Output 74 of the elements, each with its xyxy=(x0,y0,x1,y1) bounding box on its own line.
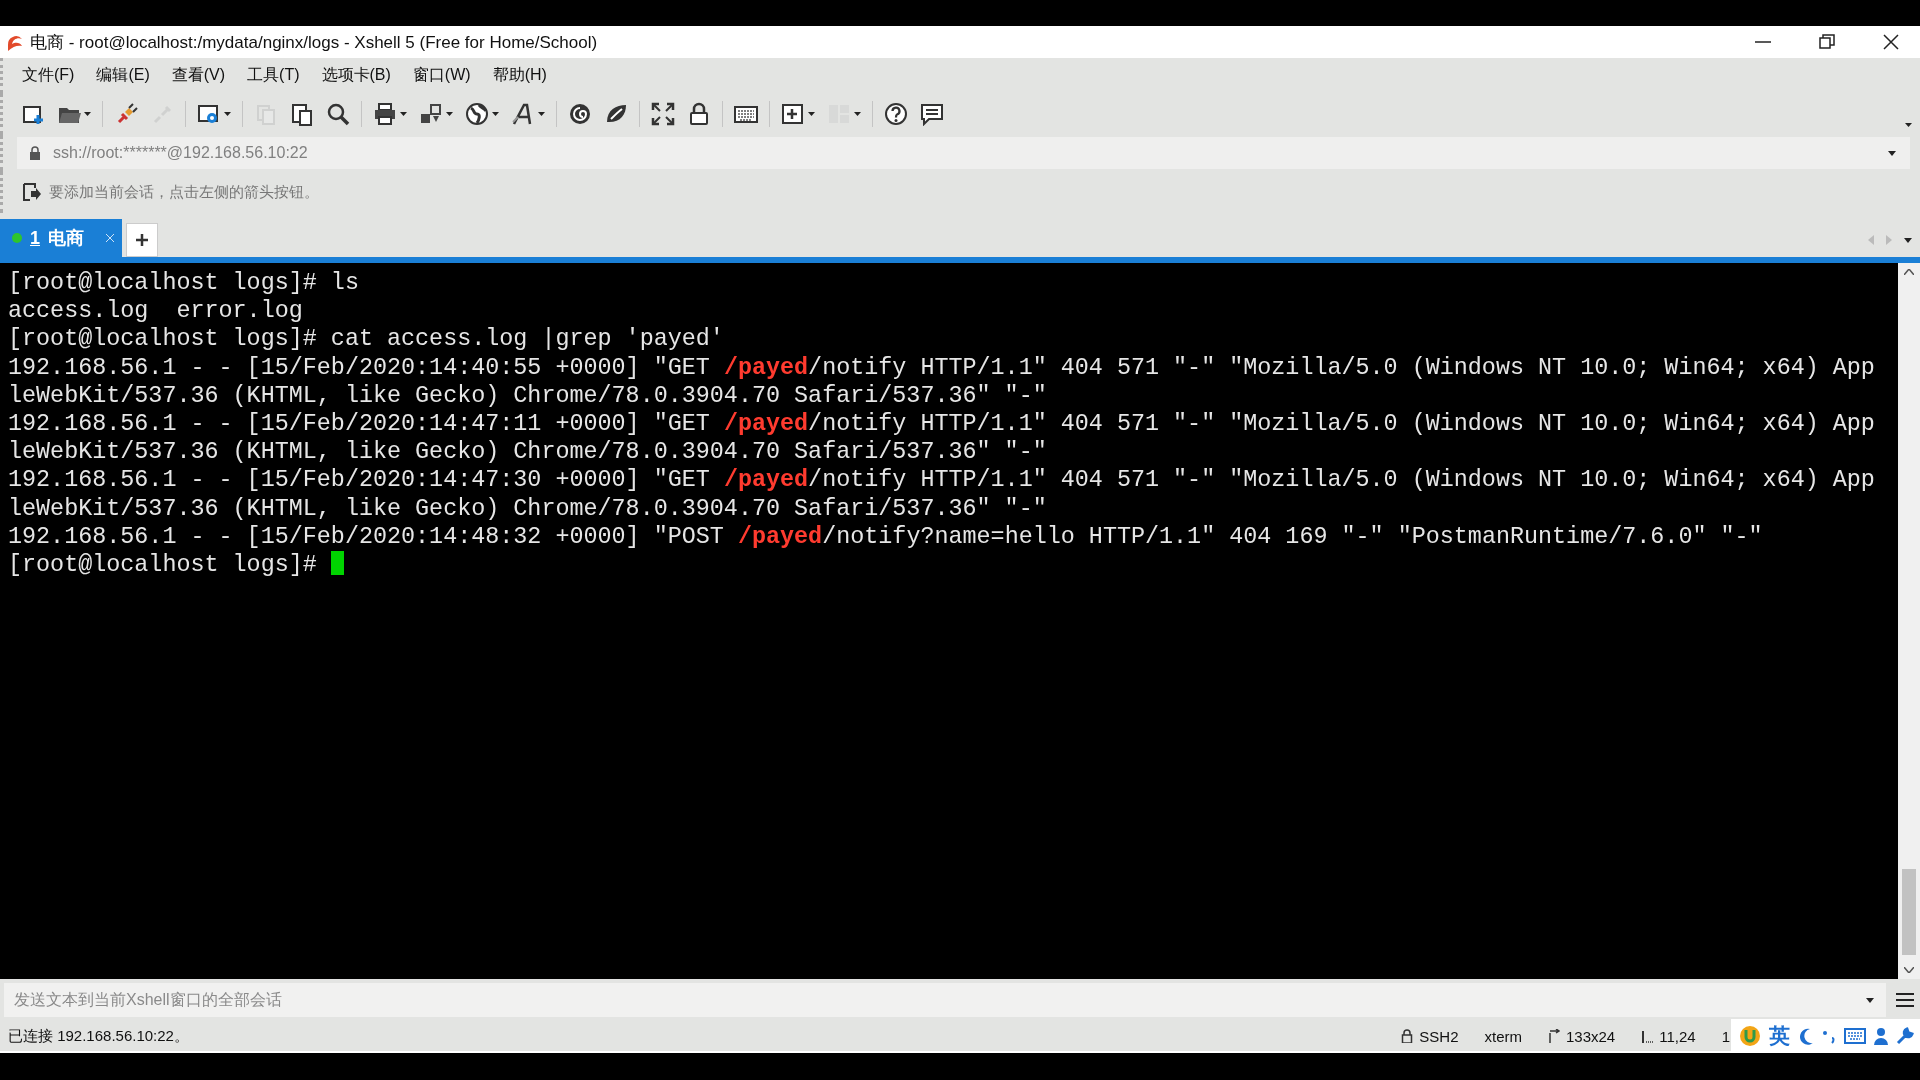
caret-icon xyxy=(84,112,91,116)
status-item: 1 xyxy=(1721,1027,1730,1045)
chat-icon xyxy=(920,102,944,126)
resize-icon xyxy=(1548,1029,1560,1043)
punctuation-icon[interactable] xyxy=(1822,1028,1836,1044)
status-item: 133x24 xyxy=(1566,1027,1616,1045)
moon-icon[interactable] xyxy=(1798,1027,1814,1045)
lock-icon xyxy=(29,146,41,160)
caret-icon xyxy=(808,112,815,116)
wrench-icon[interactable] xyxy=(1896,1027,1914,1045)
paste-icon xyxy=(290,102,314,126)
scrollbar-thumb[interactable] xyxy=(1902,869,1916,955)
status-item: xterm xyxy=(1484,1027,1522,1045)
keyboard-icon[interactable] xyxy=(1844,1028,1866,1044)
terminal-line: access.log error.log xyxy=(8,297,304,326)
caret-icon xyxy=(854,112,861,116)
printer-icon xyxy=(373,102,397,126)
input-mode[interactable]: 英 xyxy=(1769,1022,1790,1050)
send-text-field[interactable]: 发送文本到当前Xshell窗口的全部会话 xyxy=(4,983,1854,1017)
app-logo-icon xyxy=(6,33,24,51)
menu-item[interactable]: 查看(V) xyxy=(162,61,235,90)
menu-item[interactable]: 选项卡(B) xyxy=(312,61,400,90)
new-tab-icon xyxy=(781,102,805,126)
terminal-line: leWebKit/537.36 (KHTML, like Gecko) Chrome/78.0.3904.70 Safari/537.36" "-" xyxy=(8,381,1048,410)
lock-icon xyxy=(687,102,711,126)
lock-icon xyxy=(1401,1029,1414,1043)
caret-icon xyxy=(224,112,231,116)
caret-icon xyxy=(492,112,499,116)
caret-icon xyxy=(1866,997,1874,1003)
terminal-line: [root@localhost logs]# xyxy=(8,550,1898,580)
globe-icon xyxy=(465,102,489,126)
transfer-icon xyxy=(419,102,443,126)
gear-icon xyxy=(197,102,221,126)
terminal-line: [root@localhost logs]# cat access.log |grep 'payed' xyxy=(8,325,725,354)
help-icon xyxy=(884,102,908,126)
session-tab[interactable]: 1 电商 xyxy=(0,219,122,257)
menu-item[interactable]: 窗口(W) xyxy=(403,61,480,90)
caret-icon[interactable] xyxy=(1904,237,1912,243)
arrow-icon[interactable] xyxy=(23,183,41,201)
caret-icon xyxy=(400,112,407,116)
status-item: 11,24 xyxy=(1659,1027,1696,1045)
caret-icon xyxy=(1888,150,1896,156)
status-item: SSH2 xyxy=(1419,1027,1459,1045)
fullscreen-icon xyxy=(651,102,675,126)
menu-item[interactable]: 编辑(E) xyxy=(87,61,159,90)
scrollbar[interactable] xyxy=(1898,263,1920,979)
terminal-line: leWebKit/537.36 (KHTML, like Gecko) Chrome/78.0.3904.70 Safari/537.36" "-" xyxy=(8,438,1048,467)
connection-status: 已连接 192.168.56.10:22。 xyxy=(8,1026,190,1046)
terminal-line: 192.168.56.1 - - [15/Feb/2020:14:47:11 +0000] "GET /payed/notify HTTP/1.1" 404 571 "-" "Mozilla/5.0 (Windows NT 10.0; Win64; x64) App xyxy=(8,409,1876,439)
hint-text: 要添加当前会话，点击左侧的箭头按钮。 xyxy=(49,182,319,202)
swirl-icon xyxy=(568,102,592,126)
terminal-line: 192.168.56.1 - - [15/Feb/2020:14:47:30 +0000] "GET /payed/notify HTTP/1.1" 404 571 "-" "Mozilla/5.0 (Windows NT 10.0; Win64; x64) App xyxy=(8,466,1876,495)
menu-item[interactable]: 帮助(H) xyxy=(483,61,556,90)
ime-logo-icon[interactable] xyxy=(1739,1025,1761,1047)
search-icon xyxy=(326,102,350,126)
terminal-line: [root@localhost logs]# ls xyxy=(8,269,360,298)
cursor-position-icon xyxy=(1641,1029,1654,1043)
plus-icon[interactable] xyxy=(126,223,158,257)
caret-icon xyxy=(446,112,453,116)
terminal-line: 192.168.56.1 - - [15/Feb/2020:14:48:32 +0000] "POST /payed/notify?name=hello HTTP/1.1" 404 169 "-" "PostmanRuntime/7.6.0" "-" xyxy=(8,522,1764,551)
menu-icon[interactable] xyxy=(1896,992,1914,1008)
close-icon xyxy=(1883,34,1899,50)
terminal-line: leWebKit/537.36 (KHTML, like Gecko) Chrome/78.0.3904.70 Safari/537.36" "-" xyxy=(8,494,1048,523)
caret-icon[interactable] xyxy=(1905,123,1912,127)
menu-item[interactable]: 工具(T) xyxy=(238,61,309,90)
person-icon[interactable] xyxy=(1874,1027,1888,1045)
terminal-line: 192.168.56.1 - - [15/Feb/2020:14:40:55 +0000] "GET /payed/notify HTTP/1.1" 404 571 "-" "Mozilla/5.0 (Windows NT 10.0; Win64; x64) App xyxy=(8,353,1876,382)
menu-item[interactable]: 文件(F) xyxy=(13,61,84,90)
address-field[interactable]: ssh://root:*******@192.168.56.10:22 xyxy=(17,137,1910,169)
caret-icon xyxy=(538,112,545,116)
minimize-icon xyxy=(1755,41,1771,43)
close-icon[interactable] xyxy=(106,234,114,242)
window-title: 电商 - root@localhost:/mydata/nginx/logs - Xshell 5 (Free for Home/School) xyxy=(30,31,599,54)
restore-icon xyxy=(1819,34,1835,50)
